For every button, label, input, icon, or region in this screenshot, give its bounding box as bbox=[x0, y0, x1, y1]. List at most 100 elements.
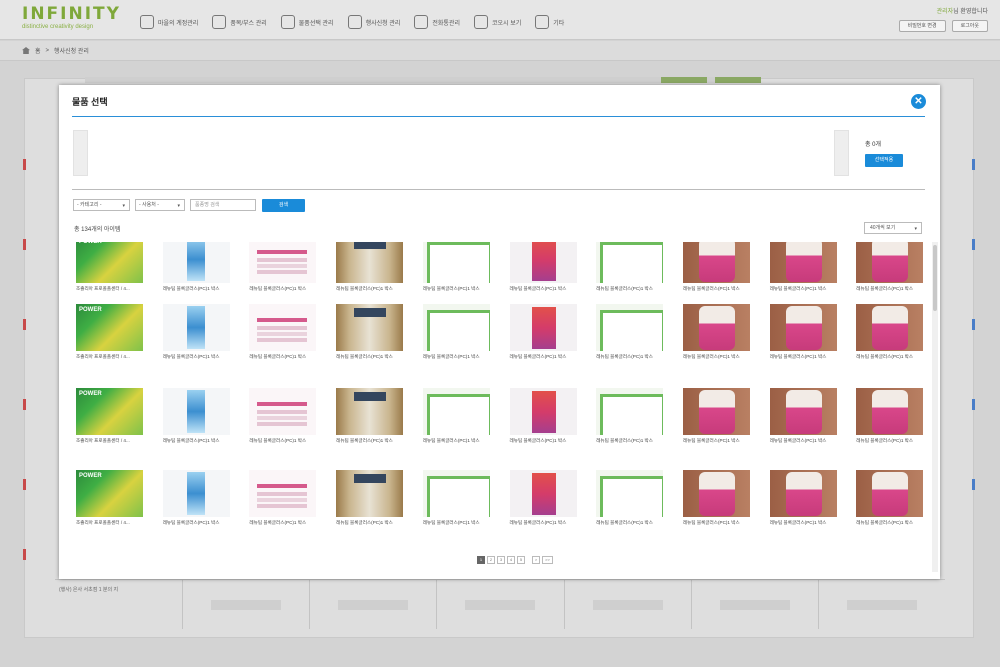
item-card[interactable]: 레뉴팀 블록글러스(PC)1 박스 bbox=[509, 470, 578, 544]
cell-placeholder bbox=[719, 599, 790, 610]
nav-item-events[interactable]: 행사신청 관리 bbox=[347, 10, 401, 34]
breadcrumb-home[interactable]: 홈 bbox=[35, 46, 41, 55]
selection-scroll-right[interactable] bbox=[834, 130, 849, 176]
item-thumbnail bbox=[682, 470, 750, 517]
nav-item-products[interactable]: 품목/부스 관리 bbox=[212, 10, 267, 34]
item-label: 레뉴팀 블록글러스(PC)1 박스 bbox=[162, 354, 220, 359]
item-label: 레뉴팀 블록글러스(PC)1 박스 bbox=[856, 286, 914, 291]
nav-label: 행사신청 관리 bbox=[365, 20, 401, 27]
item-card[interactable]: 레뉴팀 블록글러스(PC)1 박스 bbox=[336, 388, 404, 468]
logo[interactable]: INFINITY distinctive creativity design bbox=[22, 4, 121, 31]
item-card[interactable]: 레뉴팀 블록글러스(PC)1 박스 bbox=[682, 304, 751, 384]
item-label: 조졸리아 프로폴폴센터 / 4... bbox=[76, 354, 130, 359]
background-marker bbox=[23, 549, 26, 560]
item-card[interactable]: 레뉴팀 블록글러스(PC)1 박스 bbox=[249, 388, 317, 468]
background-tab-active bbox=[661, 77, 707, 83]
page-button[interactable]: 1 bbox=[477, 556, 485, 564]
item-card[interactable]: 레뉴팀 블록글러스(PC)1 박스 bbox=[682, 470, 751, 544]
item-card[interactable]: 레뉴팀 블록글러스(PC)1 박스 bbox=[162, 470, 231, 544]
selected-count: 총 0개 bbox=[865, 142, 882, 148]
logo-name: INFINITY bbox=[22, 4, 121, 24]
item-card[interactable]: 레뉴팀 블록글러스(PC)1 박스 bbox=[856, 388, 924, 468]
item-card[interactable]: 레뉴팀 블록글러스(PC)1 박스 bbox=[856, 304, 924, 384]
main-nav: 마을의 계정관리 품목/부스 관리 물품선택 관리 행사신청 관리 전화통관리 … bbox=[140, 10, 564, 34]
title-divider bbox=[72, 116, 925, 117]
logout-button[interactable]: 로그아웃 bbox=[951, 20, 988, 32]
item-card[interactable]: 레뉴팀 블록글러스(PC)1 박스 bbox=[422, 470, 491, 544]
item-thumbnail bbox=[336, 388, 404, 435]
item-label: 레뉴팀 블록글러스(PC)1 박스 bbox=[682, 354, 740, 359]
map-icon bbox=[212, 15, 227, 29]
item-card[interactable]: 레뉴팀 블록글러스(PC)1 박스 bbox=[336, 304, 404, 384]
item-card[interactable]: 조졸리아 프로폴폴센터 / 4... bbox=[76, 470, 144, 544]
item-card[interactable]: 레뉴팀 블록글러스(PC)1 박스 bbox=[682, 388, 751, 468]
nav-item-phone[interactable]: 전화통관리 bbox=[414, 10, 460, 34]
search-input[interactable] bbox=[190, 199, 256, 211]
item-card[interactable]: 레뉴팀 블록글러스(PC)1 박스 bbox=[596, 388, 664, 468]
item-thumbnail bbox=[769, 304, 837, 351]
item-card[interactable]: 레뉴팀 블록글러스(PC)1 박스 bbox=[162, 304, 231, 384]
item-card[interactable]: 레뉴팀 블록글러스(PC)1 박스 bbox=[769, 304, 838, 384]
category-select-value: - 카테고리 - bbox=[77, 202, 102, 208]
selection-scroll-left[interactable] bbox=[73, 130, 88, 176]
background-marker bbox=[972, 159, 975, 170]
nav-item-etc[interactable]: 기타 bbox=[535, 10, 564, 34]
nav-item-account[interactable]: 마을의 계정관리 bbox=[140, 10, 198, 34]
item-label: 레뉴팀 블록글러스(PC)1 박스 bbox=[162, 438, 220, 443]
page-button[interactable]: 3 bbox=[497, 556, 505, 564]
item-label: 레뉴팀 블록글러스(PC)1 박스 bbox=[769, 354, 827, 359]
item-card[interactable]: 레뉴팀 블록글러스(PC)1 박스 bbox=[856, 470, 924, 544]
item-card[interactable]: 레뉴팀 블록글러스(PC)1 박스 bbox=[509, 304, 578, 384]
item-label: 레뉴팀 블록글러스(PC)1 박스 bbox=[856, 520, 914, 525]
item-thumbnail bbox=[769, 242, 837, 283]
page-button[interactable]: 5 bbox=[517, 556, 525, 564]
item-card[interactable]: 레뉴팀 블록글러스(PC)1 박스 bbox=[162, 388, 231, 468]
breadcrumb: 홈 > 행사신청 관리 bbox=[22, 46, 89, 55]
calendar-icon bbox=[347, 15, 362, 29]
usage-select[interactable]: - 사용처 - ▾ bbox=[135, 199, 185, 211]
page-size-select[interactable]: 40개씩 보기 ▾ bbox=[864, 222, 922, 234]
top-bar: INFINITY distinctive creativity design 마… bbox=[0, 0, 1000, 40]
background-marker bbox=[23, 479, 26, 490]
item-thumbnail bbox=[856, 470, 924, 517]
item-thumbnail bbox=[76, 242, 143, 283]
item-thumbnail bbox=[76, 388, 143, 435]
item-card[interactable]: 레뉴팀 블록글러스(PC)1 박스 bbox=[336, 470, 404, 544]
next-page-button[interactable]: > bbox=[532, 556, 540, 564]
modal-title: 물품 선택 bbox=[72, 97, 108, 107]
home-icon[interactable] bbox=[22, 47, 30, 54]
search-button[interactable]: 검색 bbox=[262, 199, 305, 212]
item-card[interactable]: 조졸리아 프로폴폴센터 / 4... bbox=[76, 304, 144, 384]
item-card[interactable]: 레뉴팀 블록글러스(PC)1 박스 bbox=[509, 388, 578, 468]
item-card[interactable]: 레뉴팀 블록글러스(PC)1 박스 bbox=[249, 304, 317, 384]
scrollbar-thumb[interactable] bbox=[933, 245, 937, 311]
change-password-button[interactable]: 비밀번호 변경 bbox=[898, 20, 946, 32]
background-cell bbox=[563, 580, 691, 629]
item-card[interactable]: 레뉴팀 블록글러스(PC)1 박스 bbox=[769, 388, 838, 468]
item-card[interactable]: 레뉴팀 블록글러스(PC)1 박스 bbox=[596, 304, 664, 384]
nav-item-selection[interactable]: 물품선택 관리 bbox=[280, 10, 334, 34]
page-button[interactable]: 4 bbox=[507, 556, 515, 564]
close-icon[interactable]: ✕ bbox=[911, 94, 926, 109]
page-button[interactable]: 2 bbox=[487, 556, 495, 564]
nav-item-view[interactable]: 코오시 보기 bbox=[473, 10, 521, 34]
item-thumbnail bbox=[336, 304, 404, 351]
last-page-button[interactable]: >> bbox=[542, 556, 553, 564]
item-card[interactable]: 레뉴팀 블록글러스(PC)1 박스 bbox=[422, 304, 491, 384]
item-card[interactable]: 레뉴팀 블록글러스(PC)1 박스 bbox=[249, 470, 317, 544]
item-label: 레뉴팀 블록글러스(PC)1 박스 bbox=[336, 438, 393, 443]
item-card[interactable]: 조졸리아 프로폴폴센터 / 4... bbox=[76, 388, 144, 468]
category-select[interactable]: - 카테고리 - ▾ bbox=[73, 199, 130, 211]
cell-placeholder bbox=[465, 599, 536, 610]
item-thumbnail bbox=[769, 388, 837, 435]
apply-selection-button[interactable]: 선택적용 bbox=[865, 154, 903, 167]
item-card[interactable]: 레뉴팀 블록글러스(PC)1 박스 bbox=[596, 470, 664, 544]
item-thumbnail bbox=[249, 304, 317, 351]
item-label: 조졸리아 프로폴폴센터 / 4... bbox=[76, 286, 130, 291]
item-thumbnail bbox=[422, 242, 490, 283]
item-card[interactable]: 레뉴팀 블록글러스(PC)1 박스 bbox=[769, 470, 838, 544]
item-label: 레뉴팀 블록글러스(PC)1 박스 bbox=[856, 438, 914, 443]
item-card[interactable]: 레뉴팀 블록글러스(PC)1 박스 bbox=[422, 388, 491, 468]
background-cell bbox=[182, 580, 309, 629]
item-label: 레뉴팀 블록글러스(PC)1 박스 bbox=[336, 286, 393, 291]
